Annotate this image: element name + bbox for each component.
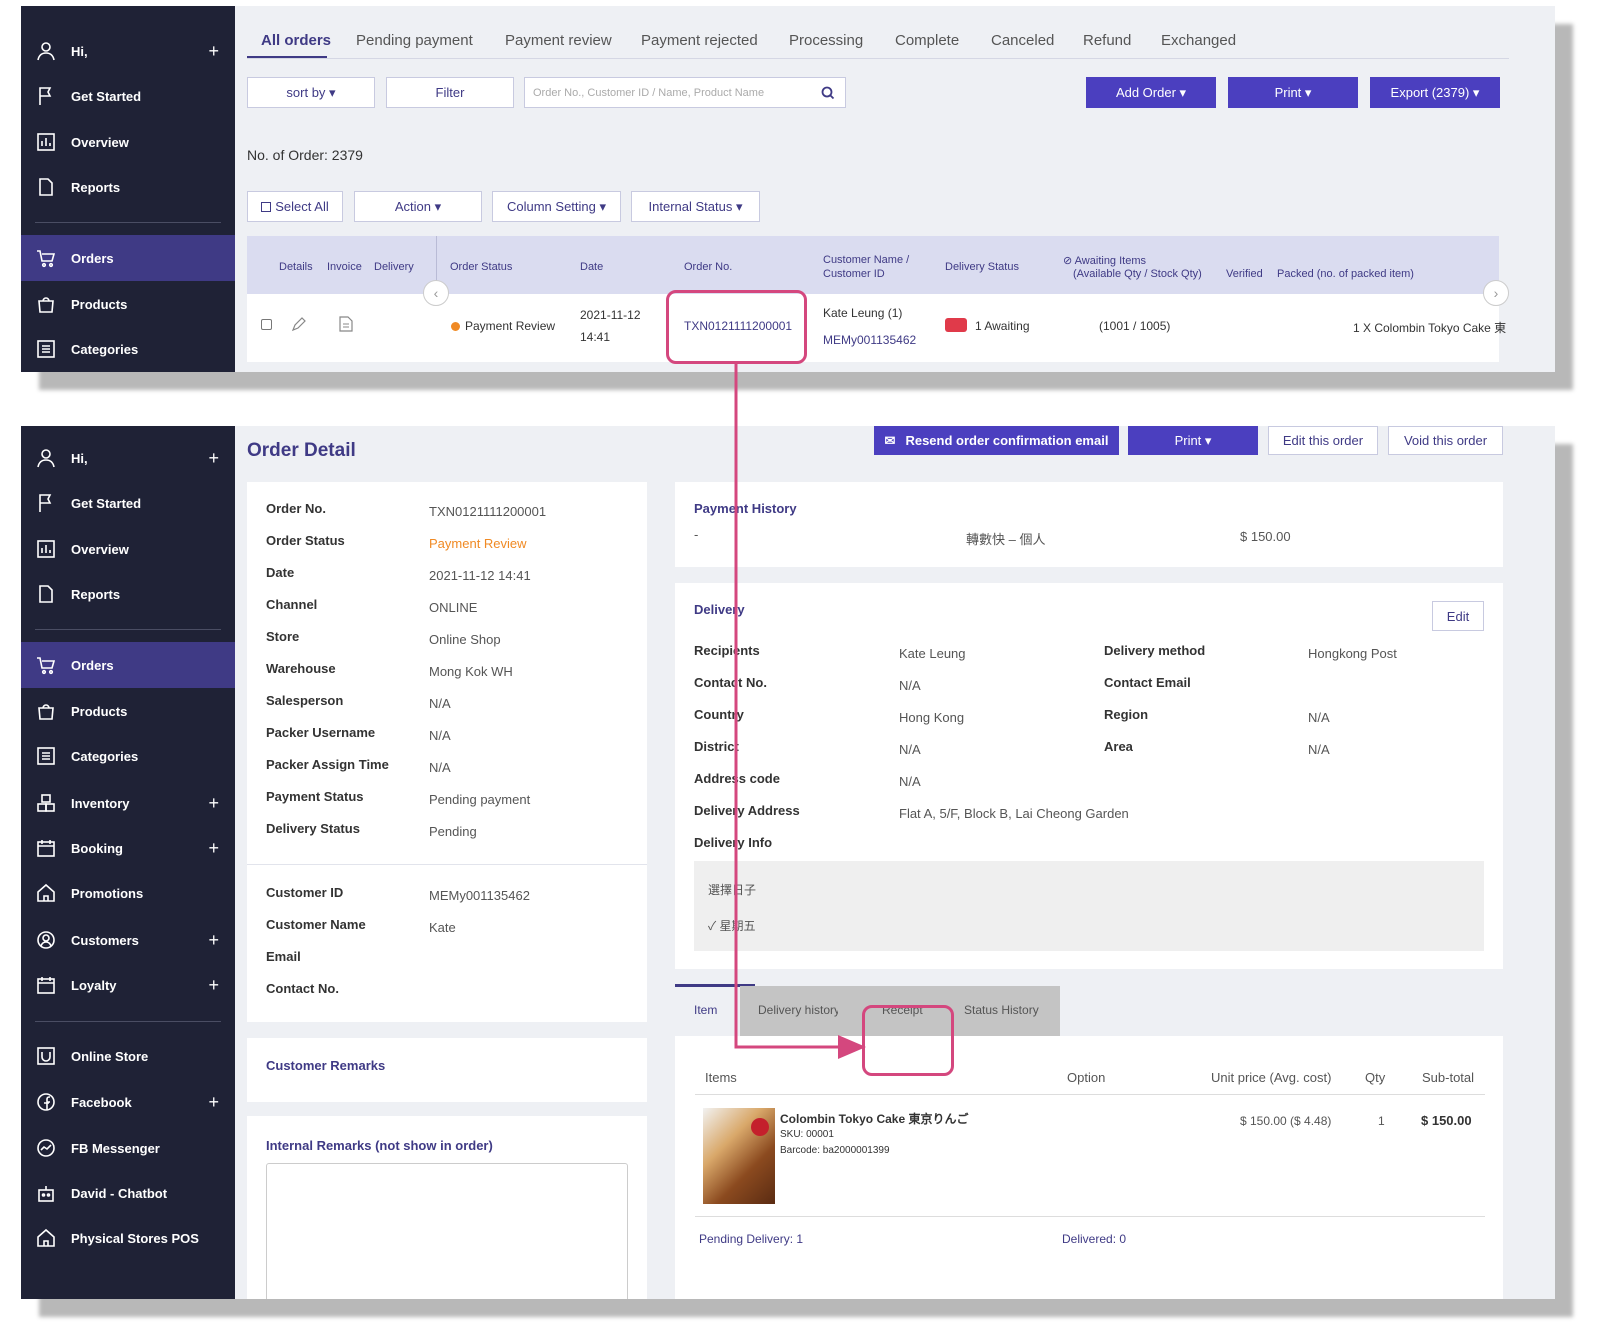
annotation-overlay (734, 364, 866, 1059)
connector-line (734, 364, 842, 1049)
receipt-tab-highlight (862, 1005, 954, 1076)
